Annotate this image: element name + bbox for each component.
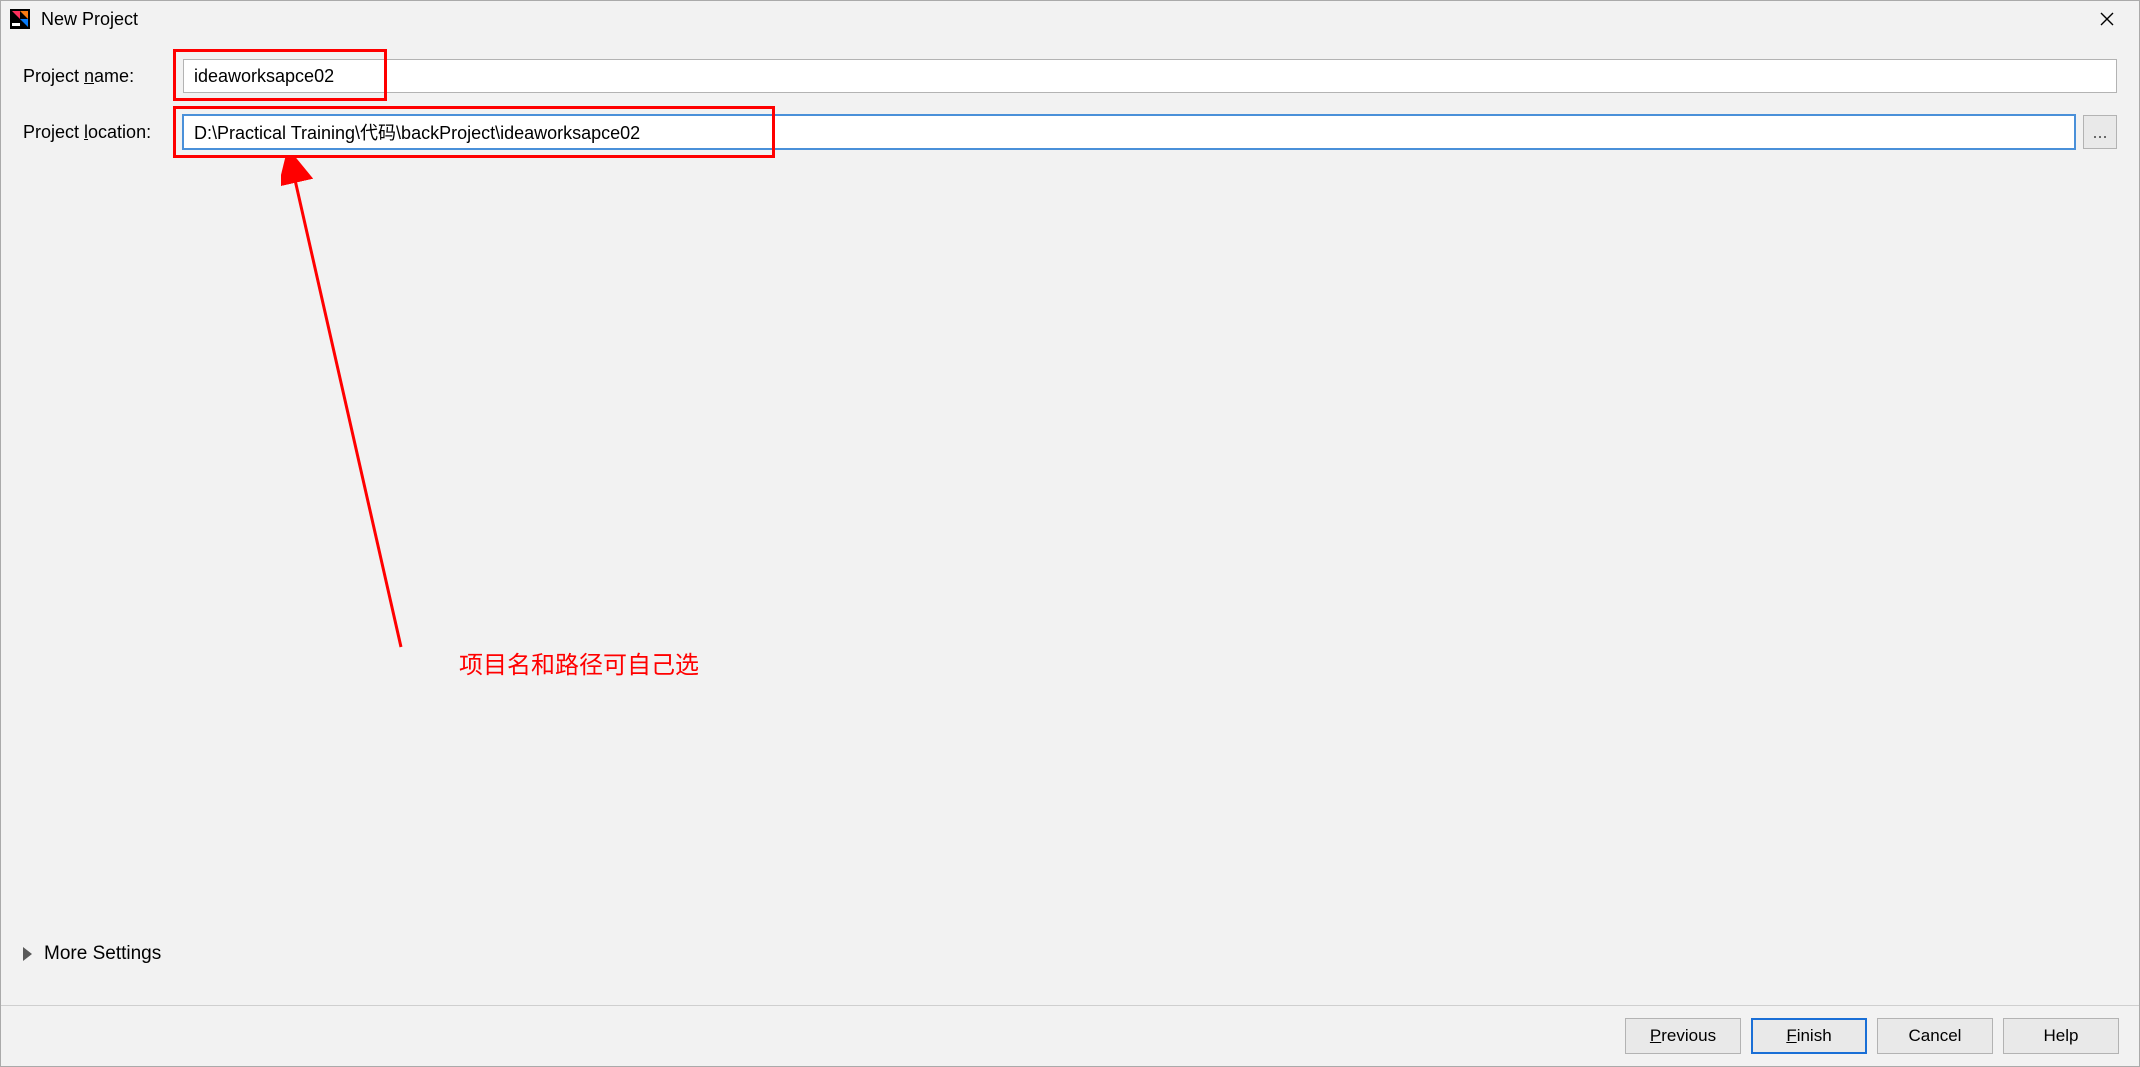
project-name-row: Project name:	[23, 59, 2117, 93]
help-button[interactable]: Help	[2003, 1018, 2119, 1054]
dialog-footer: Previous Finish Cancel Help	[1, 1005, 2139, 1066]
annotation-text: 项目名和路径可自己选	[459, 645, 699, 680]
previous-button[interactable]: Previous	[1625, 1018, 1741, 1054]
project-location-label: Project location:	[23, 122, 183, 143]
dialog-content: Project name: Project location: ...	[1, 37, 2139, 1005]
window-title: New Project	[41, 9, 138, 30]
annotation-arrow	[281, 157, 441, 687]
project-name-input[interactable]	[183, 59, 2117, 93]
titlebar: New Project	[1, 1, 2139, 37]
finish-button[interactable]: Finish	[1751, 1018, 1867, 1054]
new-project-dialog: New Project Project name: Project locati…	[0, 0, 2140, 1067]
close-icon	[2100, 12, 2114, 26]
intellij-icon	[9, 8, 31, 30]
more-settings-label: More Settings	[44, 943, 161, 965]
project-location-input[interactable]	[183, 115, 2075, 149]
triangle-right-icon	[23, 947, 32, 961]
project-name-label: Project name:	[23, 66, 183, 87]
ellipsis-icon: ...	[2092, 122, 2107, 143]
cancel-button[interactable]: Cancel	[1877, 1018, 1993, 1054]
browse-location-button[interactable]: ...	[2083, 115, 2117, 149]
close-button[interactable]	[2085, 5, 2129, 33]
more-settings-toggle[interactable]: More Settings	[23, 943, 161, 965]
project-location-row: Project location: ...	[23, 115, 2117, 149]
